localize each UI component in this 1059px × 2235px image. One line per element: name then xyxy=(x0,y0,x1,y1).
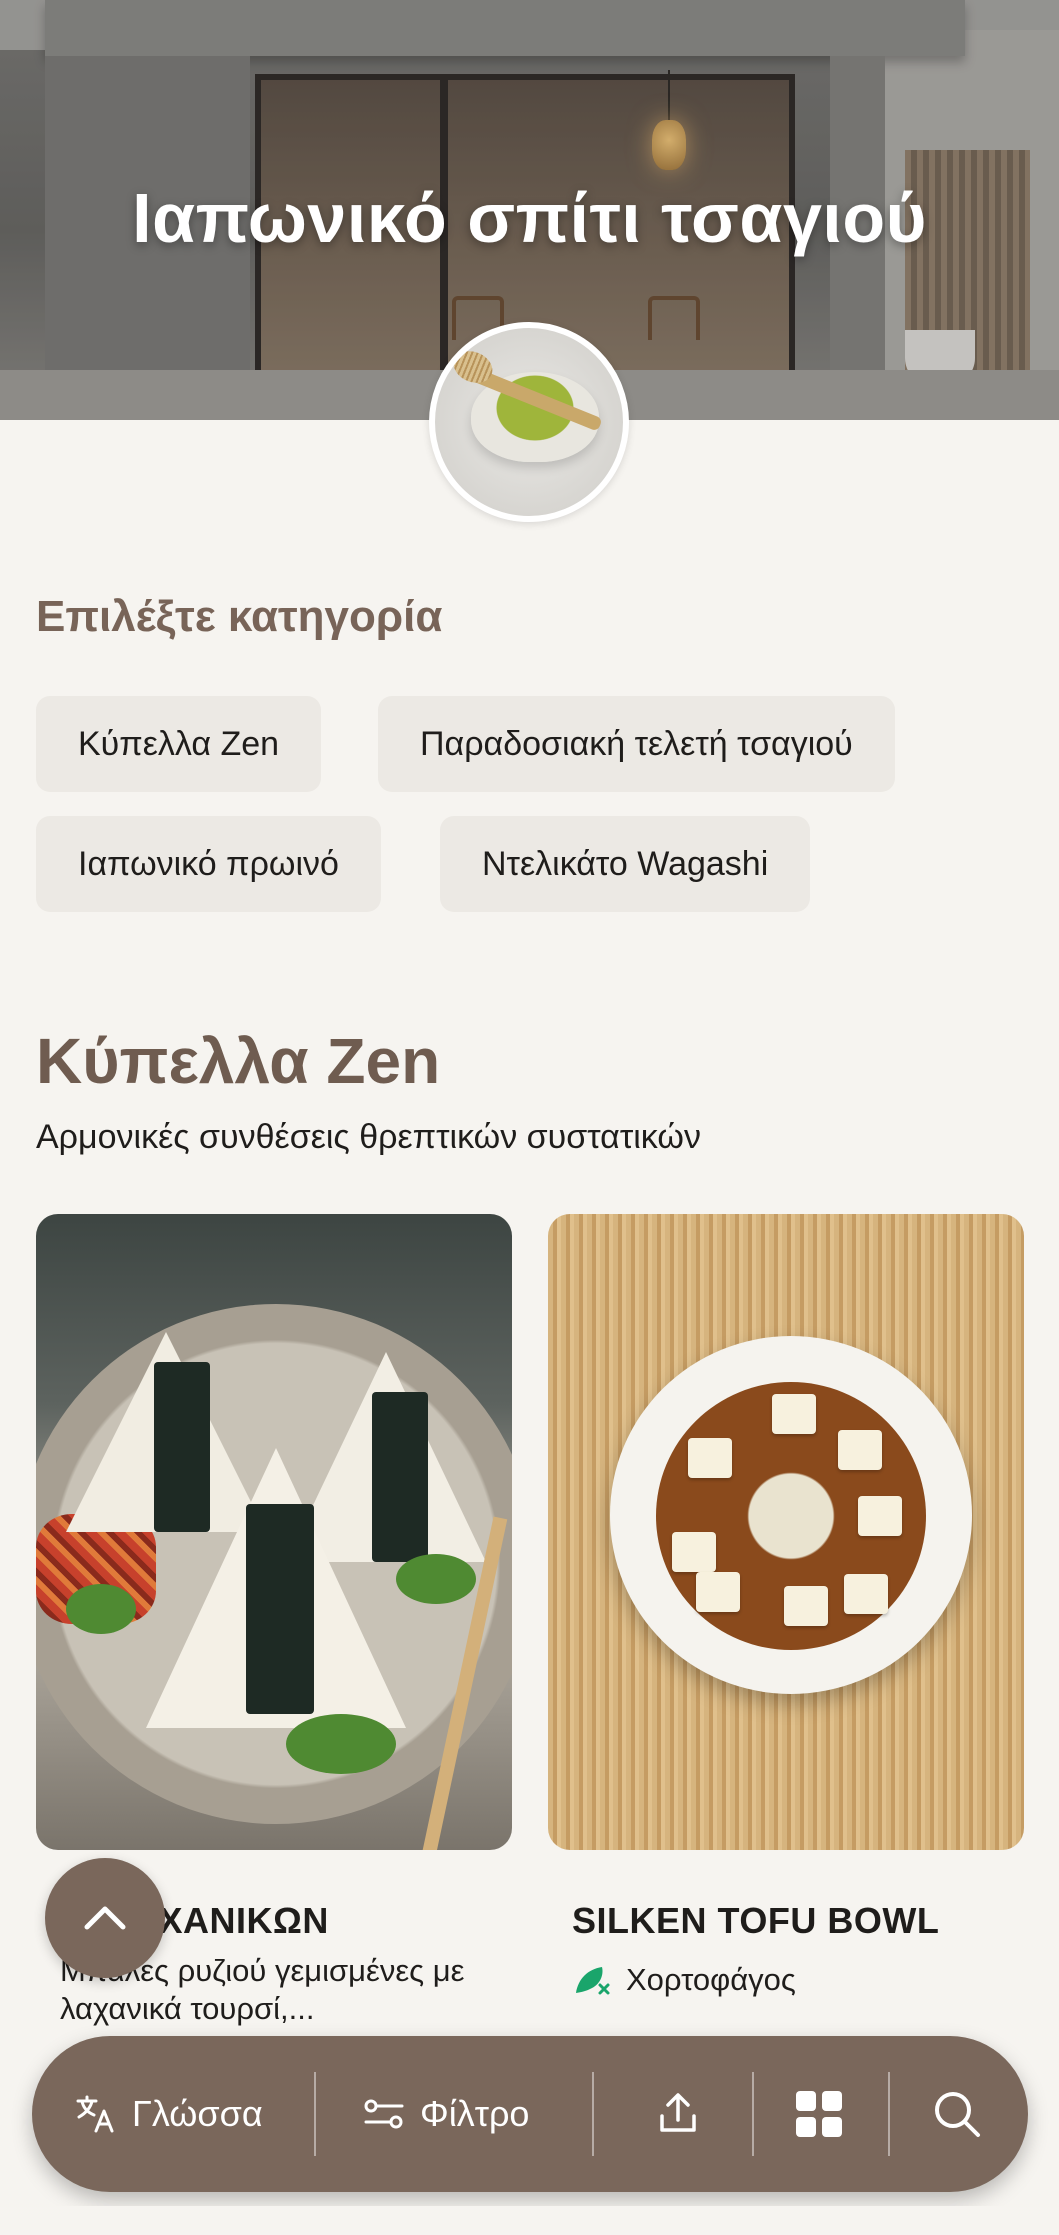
scroll-top-button[interactable] xyxy=(45,1858,165,1978)
vegetarian-label: Χορτοφάγος xyxy=(626,1962,796,1997)
grid-icon xyxy=(796,2091,842,2137)
logo-avatar xyxy=(429,322,629,522)
section-title: Κύπελλα Zen xyxy=(36,1025,441,1097)
product-image-onigiri[interactable] xyxy=(36,1214,512,1850)
chevron-up-icon xyxy=(84,1906,126,1930)
language-label: Γλώσσα xyxy=(132,2093,263,2134)
filter-sliders-icon xyxy=(364,2099,404,2129)
chip-zen-bowls[interactable]: Κύπελλα Zen xyxy=(36,696,322,792)
share-button[interactable] xyxy=(654,2036,702,2192)
vegetarian-leaf-icon xyxy=(576,1967,610,1995)
grid-view-button[interactable] xyxy=(794,2036,844,2192)
product-image-tofu-bowl[interactable] xyxy=(548,1214,1024,1850)
share-upload-icon xyxy=(660,2093,696,2132)
language-button[interactable]: Γλώσσα xyxy=(74,2036,263,2192)
chip-tea-ceremony[interactable]: Παραδοσιακή τελετή τσαγιού xyxy=(378,696,895,792)
page-title: Ιαπωνικό σπίτι τσαγιού xyxy=(132,179,927,257)
bottom-navigation-bar: Γλώσσα Φίλτρο xyxy=(32,2036,1028,2192)
card-title-tofu-bowl[interactable]: SILKEN TOFU BOWL xyxy=(572,1900,939,1942)
chip-japanese-breakfast[interactable]: Ιαπωνικό πρωινό xyxy=(36,816,381,912)
vegetarian-tag: Χορτοφάγος xyxy=(572,1962,796,1998)
section-subtitle: Αρμονικές συνθέσεις θρεπτικών συστατικών xyxy=(36,1118,701,1156)
filter-label: Φίλτρο xyxy=(420,2093,530,2134)
chip-wagashi[interactable]: Ντελικάτο Wagashi xyxy=(440,816,811,912)
search-icon xyxy=(935,2092,980,2137)
filter-button[interactable]: Φίλτρο xyxy=(362,2036,529,2192)
category-heading: Επιλέξτε κατηγορία xyxy=(36,592,443,641)
search-button[interactable] xyxy=(932,2036,982,2192)
translate-icon xyxy=(76,2095,114,2133)
